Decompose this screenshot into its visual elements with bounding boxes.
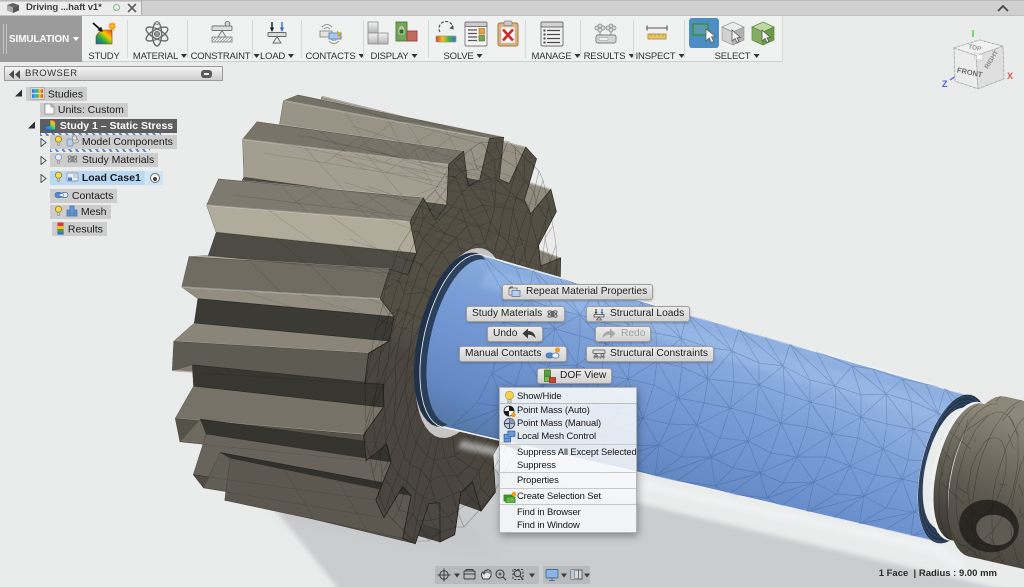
svg-text:X: X [1007,71,1013,81]
svg-text:Z: Z [942,79,948,89]
